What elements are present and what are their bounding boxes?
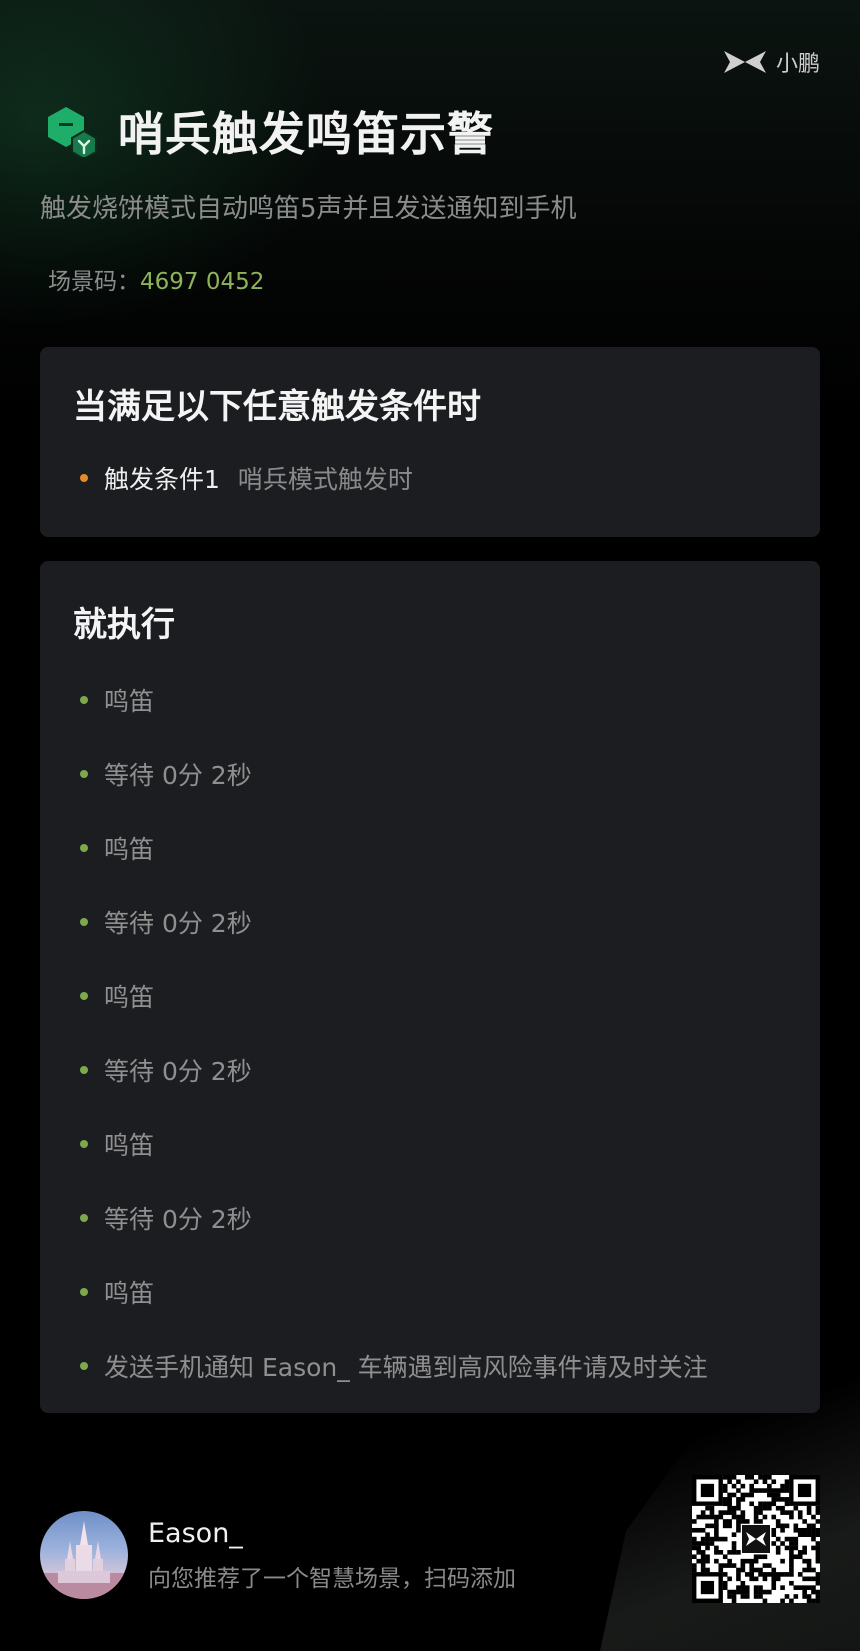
action-label: 等待 0分 2秒 xyxy=(104,1057,252,1086)
bullet-dot xyxy=(80,1066,88,1074)
action-item: 等待 0分 2秒 xyxy=(80,1181,708,1255)
action-label: 鸣笛 xyxy=(104,983,155,1012)
share-footer: Eason_ 向您推荐了一个智慧场景，扫码添加 xyxy=(40,1511,516,1599)
bullet-dot xyxy=(80,918,88,926)
action-label: 等待 0分 2秒 xyxy=(104,1205,252,1234)
page-header: 哨兵触发鸣笛示警 xyxy=(46,98,494,164)
action-label: 鸣笛 xyxy=(104,835,155,864)
action-label: 鸣笛 xyxy=(104,1131,155,1160)
action-item: 鸣笛 xyxy=(80,1255,708,1329)
action-item: 等待 0分 2秒 xyxy=(80,737,708,811)
action-label: 等待 0分 2秒 xyxy=(104,761,252,790)
action-item: 鸣笛 xyxy=(80,811,708,885)
scene-code-label: 场景码： xyxy=(48,269,140,295)
bullet-dot xyxy=(80,696,88,704)
xpeng-logo-icon xyxy=(722,49,768,75)
bullet-dot xyxy=(80,844,88,852)
page-title: 哨兵触发鸣笛示警 xyxy=(118,107,494,161)
action-item: 鸣笛 xyxy=(80,959,708,1033)
bullet-dot xyxy=(80,1140,88,1148)
action-card: 就执行 鸣笛 等待 0分 2秒 鸣笛 等待 0分 2秒 鸣笛 等待 0分 2秒 … xyxy=(40,561,820,1413)
action-item: 等待 0分 2秒 xyxy=(80,885,708,959)
page-subtitle: 触发烧饼模式自动鸣笛5声并且发送通知到手机 xyxy=(40,194,577,224)
footer-text: Eason_ 向您推荐了一个智慧场景，扫码添加 xyxy=(148,1518,516,1593)
bullet-dot xyxy=(80,770,88,778)
action-list: 鸣笛 等待 0分 2秒 鸣笛 等待 0分 2秒 鸣笛 等待 0分 2秒 鸣笛 等… xyxy=(80,663,708,1403)
trigger-card-title: 当满足以下任意触发条件时 xyxy=(73,387,481,427)
scene-code-value: 4697 0452 xyxy=(140,269,265,295)
trigger-item: 触发条件1 哨兵模式触发时 xyxy=(80,460,413,496)
avatar[interactable] xyxy=(40,1511,128,1599)
brand-name: 小鹏 xyxy=(775,52,820,77)
bullet-dot xyxy=(80,1288,88,1296)
trigger-card: 当满足以下任意触发条件时 触发条件1 哨兵模式触发时 xyxy=(40,347,820,537)
action-item: 等待 0分 2秒 xyxy=(80,1033,708,1107)
action-card-title: 就执行 xyxy=(73,605,175,645)
action-item: 鸣笛 xyxy=(80,1107,708,1181)
scene-cube-icon xyxy=(46,105,98,161)
brand-logo: 小鹏 xyxy=(722,46,820,78)
footer-message: 向您推荐了一个智慧场景，扫码添加 xyxy=(148,1565,516,1592)
footer-user-name: Eason_ xyxy=(148,1517,243,1549)
trigger-name: 触发条件1 xyxy=(104,465,220,494)
action-item: 鸣笛 xyxy=(80,663,708,737)
action-label: 等待 0分 2秒 xyxy=(104,909,252,938)
qr-code-icon[interactable] xyxy=(692,1475,821,1604)
bullet-dot xyxy=(80,474,88,482)
bullet-dot xyxy=(80,992,88,1000)
action-label: 鸣笛 xyxy=(104,1279,155,1308)
trigger-desc: 哨兵模式触发时 xyxy=(237,465,413,494)
bullet-dot xyxy=(80,1214,88,1222)
bullet-dot xyxy=(80,1362,88,1370)
action-item: 发送手机通知 Eason_ 车辆遇到高风险事件请及时关注 xyxy=(80,1329,708,1403)
action-label: 鸣笛 xyxy=(104,687,155,716)
action-label: 发送手机通知 Eason_ 车辆遇到高风险事件请及时关注 xyxy=(104,1353,708,1382)
scene-code: 场景码：4697 0452 xyxy=(48,262,264,296)
